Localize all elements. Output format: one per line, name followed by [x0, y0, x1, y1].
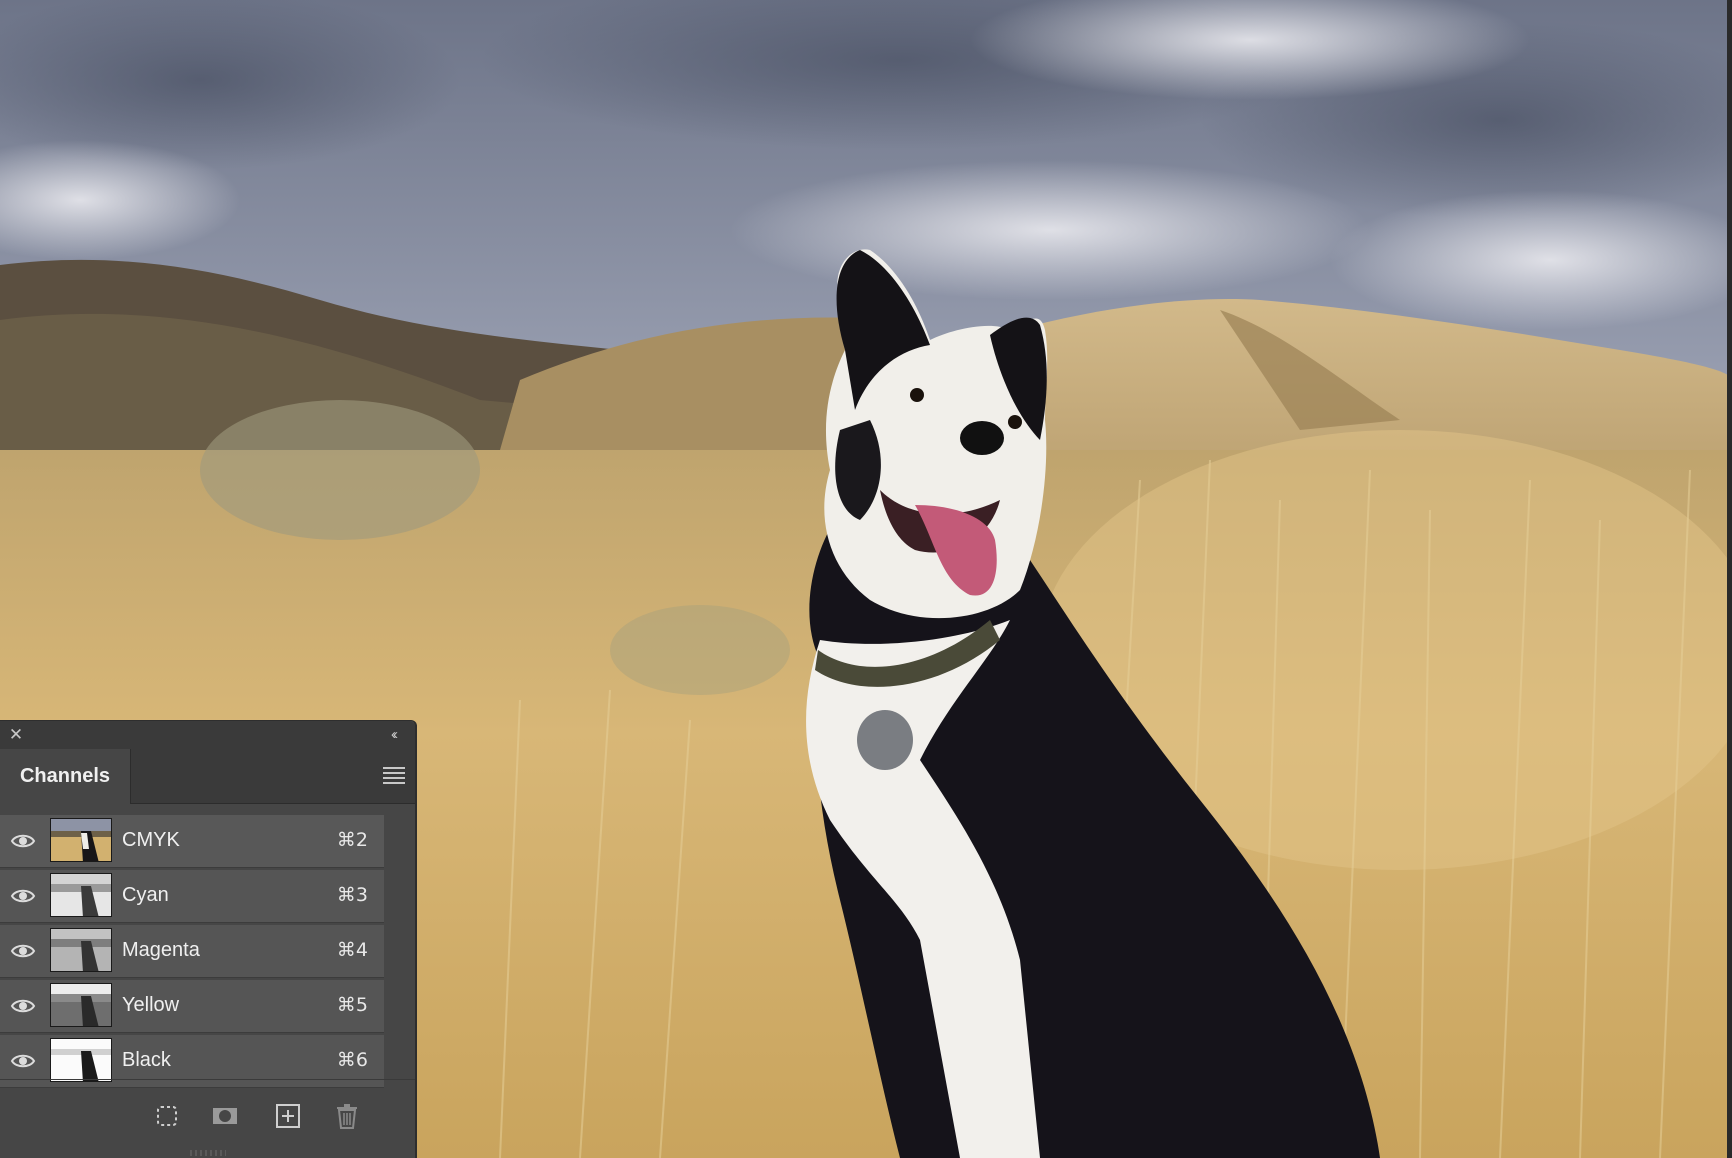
eye-icon[interactable]: [10, 885, 36, 907]
tab-channels[interactable]: Channels: [0, 749, 131, 804]
channel-row-cmyk[interactable]: CMYK ⌘2: [0, 815, 384, 868]
eye-icon[interactable]: [10, 940, 36, 962]
channel-shortcut: ⌘3: [336, 884, 368, 906]
eye-icon[interactable]: [10, 995, 36, 1017]
eye-icon[interactable]: [10, 1050, 36, 1072]
channel-thumbnail-black: [50, 1038, 112, 1082]
hamburger-menu-icon[interactable]: [383, 767, 405, 785]
channel-thumbnail-magenta: [50, 928, 112, 972]
panel-resize-grip[interactable]: [190, 1150, 226, 1156]
panel-tabbar: Channels: [0, 749, 415, 804]
channel-list-scrollbar[interactable]: [384, 815, 414, 1083]
channel-row-yellow[interactable]: Yellow ⌘5: [0, 980, 384, 1033]
channels-panel: ✕ ‹‹ Channels CMYK ⌘2 Cyan ⌘3 Magenta ⌘4…: [0, 720, 417, 1158]
channel-shortcut: ⌘5: [336, 994, 368, 1016]
channel-shortcut: ⌘2: [336, 829, 368, 851]
channel-row-cyan[interactable]: Cyan ⌘3: [0, 870, 384, 923]
channel-thumbnail-cyan: [50, 873, 112, 917]
trash-icon[interactable]: [333, 1102, 361, 1130]
eye-icon[interactable]: [10, 830, 36, 852]
channel-name: Magenta: [122, 939, 200, 961]
channel-list: CMYK ⌘2 Cyan ⌘3 Magenta ⌘4 Yellow ⌘5 Bla…: [0, 815, 384, 1090]
channel-thumbnail-cmyk: [50, 818, 112, 862]
panel-bottom-toolbar: [0, 1079, 415, 1158]
close-icon[interactable]: ✕: [6, 725, 26, 745]
channel-name: Cyan: [122, 884, 169, 906]
channel-shortcut: ⌘6: [336, 1049, 368, 1071]
channel-name: Yellow: [122, 994, 180, 1016]
plus-square-icon[interactable]: [274, 1102, 302, 1130]
mask-icon[interactable]: [211, 1102, 239, 1130]
channel-thumbnail-yellow: [50, 983, 112, 1027]
panel-titlebar[interactable]: ✕ ‹‹: [0, 721, 415, 749]
channel-shortcut: ⌘4: [336, 939, 368, 961]
channel-name: CMYK: [122, 829, 180, 851]
dotted-selection-icon[interactable]: [153, 1102, 181, 1130]
channel-name: Black: [122, 1049, 171, 1071]
double-chevron-left-icon[interactable]: ‹‹: [381, 725, 405, 745]
canvas-scroll-edge: [1727, 0, 1732, 1158]
channel-row-magenta[interactable]: Magenta ⌘4: [0, 925, 384, 978]
